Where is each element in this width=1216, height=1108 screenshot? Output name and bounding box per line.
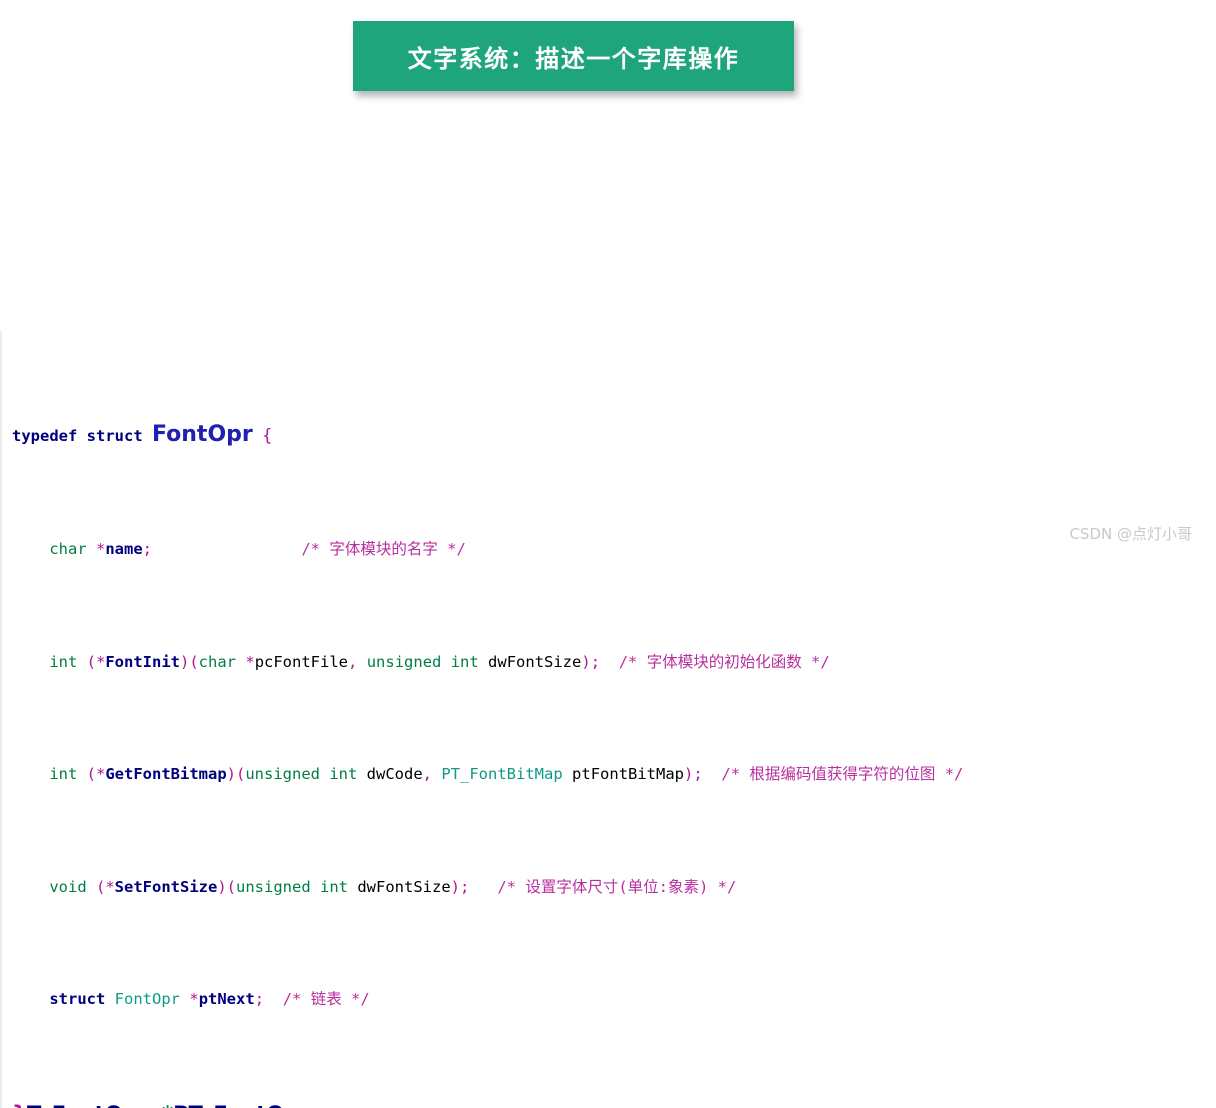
token-space <box>87 878 96 896</box>
token-function-name: SetFontSize <box>115 878 218 896</box>
token-param-name: ptFontBitMap <box>572 765 684 783</box>
token-space <box>105 990 114 1008</box>
token-space <box>153 1107 162 1108</box>
token-indent <box>12 990 49 1008</box>
token-indent <box>12 653 49 671</box>
token-param-name: dwFontSize <box>357 878 450 896</box>
token-function-name: FontInit <box>105 653 180 671</box>
token-type: int <box>49 765 77 783</box>
code-line: void (*SetFontSize)(unsigned int dwFontS… <box>12 876 1216 899</box>
token-indent <box>12 765 49 783</box>
code-block: typedef struct FontOpr { char *name; /* … <box>0 331 1216 1108</box>
token-paren: ) <box>451 878 460 896</box>
token-space <box>77 653 86 671</box>
token-identifier: ptNext <box>199 990 255 1008</box>
token-space <box>600 653 619 671</box>
token-space <box>87 540 96 558</box>
token-space <box>77 765 86 783</box>
code-line: char *name; /* 字体模块的名字 */ <box>12 538 1216 561</box>
title-banner: 文字系统：描述一个字库操作 <box>353 21 794 91</box>
token-comment: /* 链表 */ <box>283 990 370 1008</box>
token-comment: /* 设置字体尺寸(单位:象素) */ <box>497 878 736 896</box>
token-param-type: unsigned int <box>367 653 479 671</box>
token-param-name: dwFontSize <box>488 653 581 671</box>
token-comment: /* 字体模块的初始化函数 */ <box>619 653 830 671</box>
code-line: int (*FontInit)(char *pcFontFile, unsign… <box>12 651 1216 674</box>
token-space <box>143 427 152 445</box>
token-param-type: unsigned int <box>236 878 348 896</box>
token-semicolon: ; <box>693 765 702 783</box>
token-indent <box>12 540 49 558</box>
token-param-type: PT_FontBitMap <box>441 765 562 783</box>
token-space <box>479 653 488 671</box>
token-type: void <box>49 878 86 896</box>
token-comma: , <box>348 653 357 671</box>
token-paren: ) <box>684 765 693 783</box>
token-identifier: name <box>105 540 142 558</box>
token-param-type: char <box>199 653 236 671</box>
token-keyword: typedef <box>12 427 77 445</box>
token-semicolon: ; <box>310 1102 318 1108</box>
token-brace-open: { <box>262 426 272 446</box>
code-line: int (*GetFontBitmap)(unsigned int dwCode… <box>12 763 1216 786</box>
token-param-name: dwCode <box>367 765 423 783</box>
token-space <box>703 765 722 783</box>
token-paren: ) <box>581 653 590 671</box>
token-typedef-name: PT_FontOpr <box>173 1102 309 1108</box>
token-paren: (* <box>87 765 106 783</box>
token-space <box>469 878 497 896</box>
token-space <box>152 540 301 558</box>
token-space <box>236 653 245 671</box>
token-type: int <box>49 653 77 671</box>
token-space <box>77 427 86 445</box>
watermark: CSDN @点灯小哥 <box>1069 523 1192 544</box>
token-semicolon: ; <box>255 990 264 1008</box>
token-param-name: pcFontFile <box>255 653 348 671</box>
token-indent <box>12 878 49 896</box>
token-comment: /* 根据编码值获得字符的位图 */ <box>721 765 963 783</box>
token-paren: (* <box>96 878 115 896</box>
token-star: * <box>162 1102 173 1108</box>
token-space <box>563 765 572 783</box>
token-space <box>432 765 441 783</box>
token-keyword: struct <box>49 990 105 1008</box>
token-space <box>357 653 366 671</box>
token-star: * <box>96 540 105 558</box>
token-paren: )( <box>180 653 199 671</box>
token-typedef-name: T_FontOpr <box>27 1102 145 1108</box>
token-semicolon: ; <box>591 653 600 671</box>
token-space <box>357 765 366 783</box>
token-space <box>264 990 283 1008</box>
token-star: * <box>245 653 254 671</box>
token-semicolon: ; <box>460 878 469 896</box>
token-comma: , <box>423 765 432 783</box>
token-function-name: GetFontBitmap <box>105 765 226 783</box>
token-paren: )( <box>227 765 246 783</box>
token-space <box>348 878 357 896</box>
token-param-type: unsigned int <box>245 765 357 783</box>
token-keyword: struct <box>87 427 143 445</box>
token-semicolon: ; <box>143 540 152 558</box>
token-type: char <box>49 540 86 558</box>
code-line: struct FontOpr *ptNext; /* 链表 */ <box>12 988 1216 1011</box>
token-space <box>180 990 189 1008</box>
token-struct-name: FontOpr <box>152 422 253 447</box>
token-type: FontOpr <box>115 990 180 1008</box>
token-brace-close: } <box>12 1102 27 1108</box>
token-star: * <box>189 990 198 1008</box>
token-paren: (* <box>87 653 106 671</box>
token-comment: /* 字体模块的名字 */ <box>301 540 466 558</box>
token-space <box>253 427 262 445</box>
page-title: 文字系统：描述一个字库操作 <box>408 39 740 74</box>
token-comma: , <box>145 1102 153 1108</box>
code-line: }T_FontOpr, *PT_FontOpr; <box>12 1101 1216 1108</box>
token-paren: )( <box>217 878 236 896</box>
code-line: typedef struct FontOpr { <box>12 421 1216 448</box>
